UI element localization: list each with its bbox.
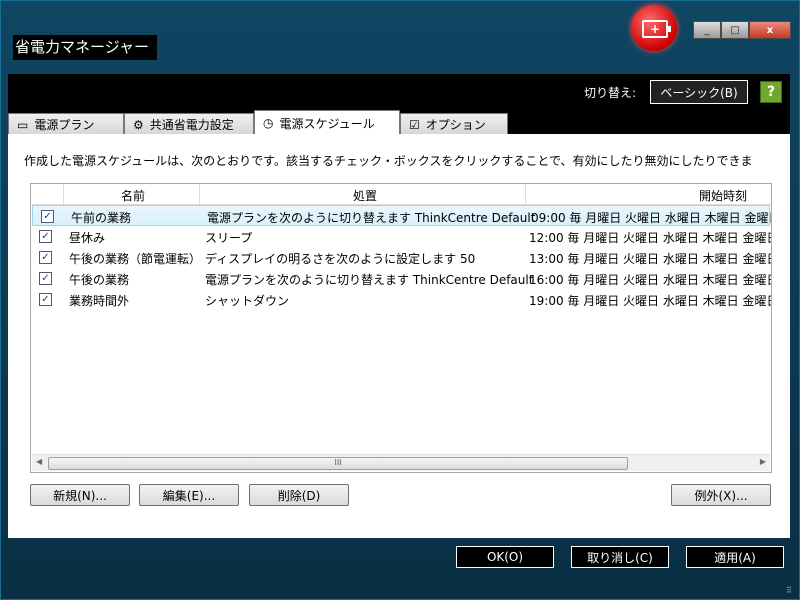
table-row[interactable]: ✓ 昼休み スリープ 12:00 毎 月曜日 火曜日 水曜日 木曜日 金曜日 xyxy=(31,226,771,247)
row-name: 午後の業務 xyxy=(69,273,130,287)
clock-icon: ◷ xyxy=(263,116,274,130)
cancel-button[interactable]: 取り消し(C) xyxy=(571,546,669,568)
tab-label: 電源プラン xyxy=(34,118,95,132)
row-name: 午前の業務 xyxy=(71,211,132,225)
scroll-thumb[interactable]: III xyxy=(48,457,628,470)
checkbox-icon: ☑ xyxy=(409,117,420,132)
tab-power-plan[interactable]: ▭ 電源プラン xyxy=(8,113,124,135)
switch-label: 切り替え: xyxy=(584,86,637,100)
ok-button[interactable]: OK(O) xyxy=(456,546,554,568)
enable-checkbox[interactable]: ✓ xyxy=(39,293,52,306)
horizontal-scrollbar[interactable]: ◀ III ▶ xyxy=(32,454,770,471)
enable-checkbox[interactable]: ✓ xyxy=(39,230,52,243)
row-name: 午後の業務（節電運転） xyxy=(69,252,202,266)
apply-button[interactable]: 適用(A) xyxy=(686,546,784,568)
document-icon: ▭ xyxy=(17,117,29,132)
tab-label: 共通省電力設定 xyxy=(149,118,234,132)
tab-options[interactable]: ☑ オプション xyxy=(400,113,508,135)
enable-checkbox[interactable]: ✓ xyxy=(39,272,52,285)
row-action: スリープ xyxy=(205,231,253,245)
column-name[interactable]: 名前 xyxy=(121,187,145,204)
battery-icon: + xyxy=(631,5,677,51)
schedule-list: 名前 処置 開始時刻 ✓ 午前の業務 電源プランを次のように切り替えます Thi… xyxy=(30,183,772,473)
exceptions-button[interactable]: 例外(X)... xyxy=(671,484,771,506)
table-row[interactable]: ✓ 午後の業務（節電運転） ディスプレイの明るさを次のように設定します 50 1… xyxy=(31,247,771,268)
scroll-left-icon[interactable]: ◀ xyxy=(36,457,42,466)
list-header: 名前 処置 開始時刻 xyxy=(31,184,771,205)
row-action: 電源プランを次のように切り替えます ThinkCentre Default xyxy=(207,211,536,225)
gear-icon: ⚙ xyxy=(133,117,144,132)
table-row[interactable]: ✓ 午前の業務 電源プランを次のように切り替えます ThinkCentre De… xyxy=(32,205,772,226)
column-start-time[interactable]: 開始時刻 xyxy=(699,187,747,204)
enable-checkbox[interactable]: ✓ xyxy=(41,210,54,223)
tab-label: 電源スケジュール xyxy=(279,116,375,131)
edit-button[interactable]: 編集(E)... xyxy=(139,484,239,506)
tab-common-settings[interactable]: ⚙ 共通省電力設定 xyxy=(124,113,254,135)
minimize-button[interactable]: _ xyxy=(693,21,721,39)
close-button[interactable]: x xyxy=(749,21,791,39)
row-start: 09:00 毎 月曜日 火曜日 水曜日 木曜日 金曜日 xyxy=(531,211,772,225)
row-name: 昼休み xyxy=(69,231,106,245)
row-action: 電源プランを次のように切り替えます ThinkCentre Default xyxy=(205,273,534,287)
tab-power-schedule[interactable]: ◷ 電源スケジュール xyxy=(254,110,400,135)
delete-button[interactable]: 削除(D) xyxy=(249,484,349,506)
table-row[interactable]: ✓ 業務時間外 シャットダウン 19:00 毎 月曜日 火曜日 水曜日 木曜日 … xyxy=(31,289,771,310)
row-start: 16:00 毎 月曜日 火曜日 水曜日 木曜日 金曜日 xyxy=(529,273,772,287)
scroll-right-icon[interactable]: ▶ xyxy=(760,457,766,466)
tab-label: オプション xyxy=(425,118,486,132)
row-name: 業務時間外 xyxy=(69,294,130,308)
title-bar: 省電力マネージャー + _ □ x xyxy=(1,1,799,65)
row-start: 12:00 毎 月曜日 火曜日 水曜日 木曜日 金曜日 xyxy=(529,231,772,245)
window-title: 省電力マネージャー xyxy=(13,35,157,60)
basic-mode-button[interactable]: ベーシック(B) xyxy=(650,80,748,104)
row-start: 13:00 毎 月曜日 火曜日 水曜日 木曜日 金曜日 xyxy=(529,252,772,266)
maximize-button[interactable]: □ xyxy=(721,21,749,39)
column-action[interactable]: 処置 xyxy=(353,187,377,204)
row-start: 19:00 毎 月曜日 火曜日 水曜日 木曜日 金曜日 xyxy=(529,294,772,308)
row-action: シャットダウン xyxy=(205,294,290,308)
resize-grip-icon[interactable]: ⠿ xyxy=(786,586,796,596)
enable-checkbox[interactable]: ✓ xyxy=(39,251,52,264)
table-row[interactable]: ✓ 午後の業務 電源プランを次のように切り替えます ThinkCentre De… xyxy=(31,268,771,289)
help-icon[interactable]: ? xyxy=(760,81,782,103)
new-button[interactable]: 新規(N)... xyxy=(30,484,130,506)
tab-bar: ▭ 電源プラン ⚙ 共通省電力設定 ◷ 電源スケジュール ☑ オプション xyxy=(8,110,508,135)
row-action: ディスプレイの明るさを次のように設定します 50 xyxy=(205,252,476,266)
schedule-description: 作成した電源スケジュールは、次のとおりです。該当するチェック・ボックスをクリック… xyxy=(24,154,753,168)
